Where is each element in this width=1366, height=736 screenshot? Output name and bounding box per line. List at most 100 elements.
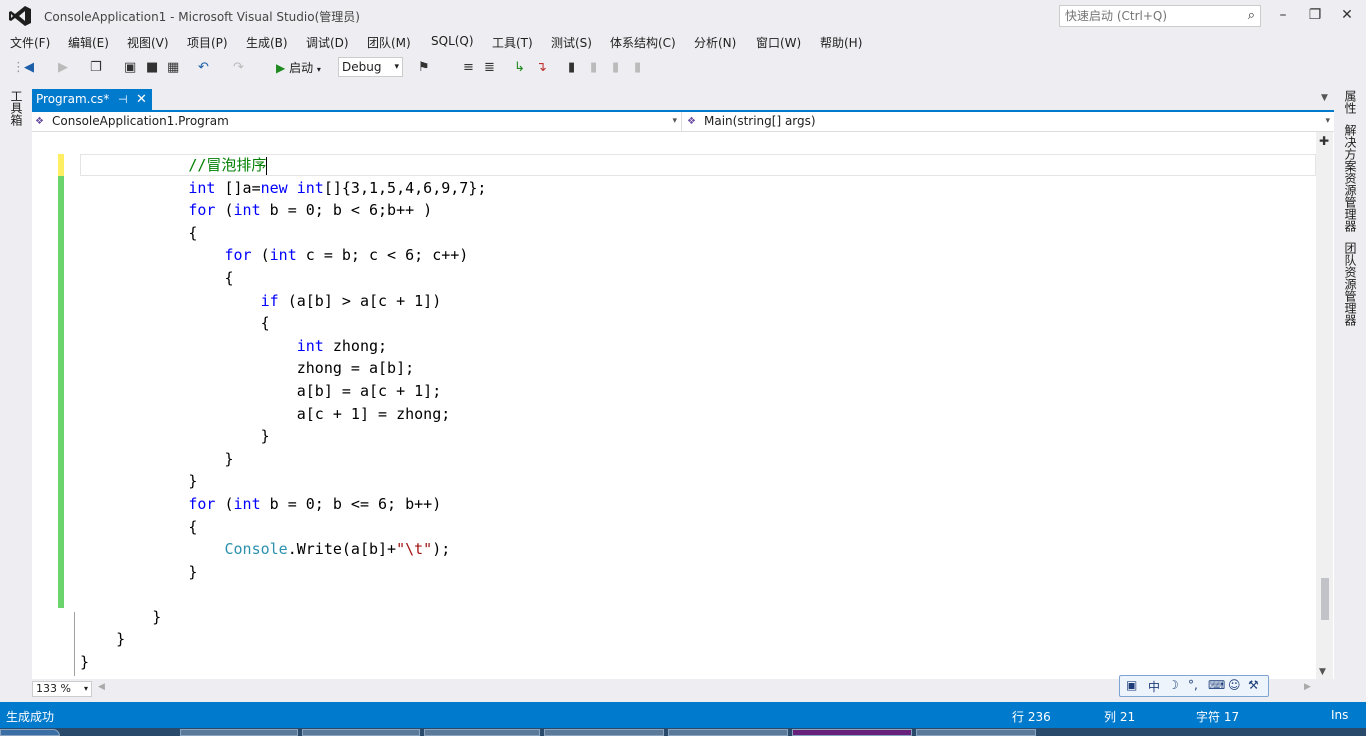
menu-sql[interactable]: SQL(Q) bbox=[431, 34, 474, 48]
menu-file[interactable]: 文件(F) bbox=[10, 34, 50, 51]
team-explorer-tab[interactable]: 团队资源管理器 bbox=[1342, 242, 1359, 326]
start-debugging-button[interactable]: ▶ 启动 ▾ bbox=[276, 59, 321, 77]
zoom-level-select[interactable]: 133 % ▾ bbox=[32, 681, 92, 697]
menu-help[interactable]: 帮助(H) bbox=[820, 34, 862, 51]
quick-launch-input[interactable] bbox=[1060, 6, 1230, 26]
next-bookmark-icon[interactable]: ▮ bbox=[612, 59, 619, 77]
menu-team[interactable]: 团队(M) bbox=[367, 34, 411, 51]
code-line[interactable]: int []a=new int[]{3,1,5,4,6,9,7}; bbox=[80, 177, 486, 200]
uncomment-icon[interactable]: ≣ bbox=[484, 59, 495, 77]
taskbar-item[interactable] bbox=[180, 729, 298, 736]
undo-icon[interactable]: ↶ bbox=[198, 59, 209, 77]
previous-bookmark-icon[interactable]: ▮ bbox=[590, 59, 597, 77]
wrench-icon[interactable]: ⚒ bbox=[1248, 678, 1259, 692]
code-line[interactable]: } bbox=[80, 606, 486, 629]
start-orb[interactable] bbox=[0, 729, 60, 736]
code-line[interactable]: { bbox=[80, 516, 486, 539]
chevron-down-icon: ▾ bbox=[1325, 116, 1330, 126]
restore-button[interactable]: ❐ bbox=[1302, 4, 1328, 26]
taskbar-item[interactable] bbox=[424, 729, 540, 736]
ime-toolbar[interactable]: ▣ 中 ☽ °, ⌨ ☺ ⚒ bbox=[1119, 675, 1269, 697]
menu-tools[interactable]: 工具(T) bbox=[492, 34, 533, 51]
pin-icon[interactable]: ⊣ bbox=[118, 89, 128, 110]
redo-icon[interactable]: ↷ bbox=[233, 59, 244, 77]
taskbar-item-visual-studio[interactable] bbox=[792, 729, 912, 736]
taskbar-item[interactable] bbox=[544, 729, 664, 736]
solution-configuration-select[interactable]: Debug ▾ bbox=[338, 57, 403, 77]
taskbar-item[interactable] bbox=[916, 729, 1036, 736]
close-window-button[interactable]: ✕ bbox=[1334, 4, 1360, 26]
types-combo[interactable]: ❖ ConsoleApplication1.Program ▾ bbox=[32, 112, 682, 131]
code-line[interactable]: int zhong; bbox=[80, 335, 486, 358]
members-combo[interactable]: ❖ Main(string[] args) ▾ bbox=[684, 112, 1334, 131]
code-line[interactable] bbox=[80, 583, 486, 606]
taskbar-item[interactable] bbox=[668, 729, 788, 736]
ime-logo-icon[interactable]: ▣ bbox=[1126, 678, 1137, 692]
step-into-icon[interactable]: ↳ bbox=[514, 59, 525, 77]
new-project-icon[interactable]: ❐ bbox=[90, 59, 102, 77]
document-tab-program-cs[interactable]: Program.cs* ⊣ ✕ bbox=[32, 89, 152, 110]
minimize-button[interactable]: – bbox=[1270, 4, 1296, 26]
code-line[interactable]: zhong = a[b]; bbox=[80, 357, 486, 380]
bookmark-icon[interactable]: ▮ bbox=[568, 59, 575, 77]
code-line[interactable]: for (int c = b; c < 6; c++) bbox=[80, 244, 486, 267]
scroll-down-icon[interactable]: ▼ bbox=[1319, 667, 1326, 677]
left-tool-window-strip: 工具箱 bbox=[0, 86, 30, 702]
configuration-value: Debug bbox=[342, 60, 382, 74]
code-text[interactable]: //冒泡排序 int []a=new int[]{3,1,5,4,6,9,7};… bbox=[80, 154, 486, 674]
solution-explorer-tab[interactable]: 解决方案资源管理器 bbox=[1342, 124, 1359, 232]
scrollbar-thumb[interactable] bbox=[1321, 578, 1329, 620]
splitter-icon[interactable]: ✚ bbox=[1319, 134, 1329, 148]
code-line[interactable]: } bbox=[80, 628, 486, 651]
code-line[interactable]: { bbox=[80, 267, 486, 290]
code-line[interactable]: a[c + 1] = zhong; bbox=[80, 403, 486, 426]
code-line[interactable]: { bbox=[80, 312, 486, 335]
comment-icon[interactable]: ≡ bbox=[463, 59, 474, 77]
code-line[interactable]: //冒泡排序 bbox=[80, 154, 486, 177]
menu-build[interactable]: 生成(B) bbox=[246, 34, 288, 51]
code-line[interactable]: Console.Write(a[b]+"\t"); bbox=[80, 538, 486, 561]
tab-list-dropdown-icon[interactable]: ▼ bbox=[1321, 93, 1328, 103]
menu-project[interactable]: 项目(P) bbox=[187, 34, 228, 51]
code-line[interactable]: { bbox=[80, 222, 486, 245]
code-line[interactable]: } bbox=[80, 470, 486, 493]
navigate-back-icon[interactable]: ◀ bbox=[24, 59, 34, 77]
menu-debug[interactable]: 调试(D) bbox=[306, 34, 349, 51]
code-line[interactable]: for (int b = 0; b <= 6; b++) bbox=[80, 493, 486, 516]
clear-bookmarks-icon[interactable]: ▮ bbox=[634, 59, 641, 77]
step-over-icon[interactable]: ↴ bbox=[536, 59, 547, 77]
code-line[interactable]: for (int b = 0; b < 6;b++ ) bbox=[80, 199, 486, 222]
save-all-icon[interactable]: ▦ bbox=[167, 59, 179, 77]
open-file-icon[interactable]: ▣ bbox=[124, 59, 136, 77]
ime-mode-label[interactable]: 中 bbox=[1148, 678, 1160, 695]
vertical-scrollbar[interactable]: ✚ ▼ bbox=[1316, 132, 1333, 679]
quick-launch-box[interactable]: ⌕ bbox=[1059, 5, 1261, 27]
taskbar-item[interactable] bbox=[302, 729, 420, 736]
toolbox-tab[interactable]: 工具箱 bbox=[8, 90, 25, 126]
menu-view[interactable]: 视图(V) bbox=[127, 34, 169, 51]
menu-analyze[interactable]: 分析(N) bbox=[694, 34, 736, 51]
menu-test[interactable]: 测试(S) bbox=[551, 34, 592, 51]
code-editor[interactable]: //冒泡排序 int []a=new int[]{3,1,5,4,6,9,7};… bbox=[32, 132, 1334, 679]
punctuation-icon[interactable]: °, bbox=[1188, 678, 1198, 692]
code-line[interactable]: } bbox=[80, 651, 486, 674]
find-in-files-icon[interactable]: ⚑ bbox=[418, 59, 430, 77]
moon-icon[interactable]: ☽ bbox=[1168, 678, 1179, 692]
menu-edit[interactable]: 编辑(E) bbox=[68, 34, 109, 51]
save-icon[interactable]: ■ bbox=[146, 59, 158, 77]
user-icon[interactable]: ☺ bbox=[1228, 678, 1241, 692]
code-line[interactable]: } bbox=[80, 448, 486, 471]
search-icon[interactable]: ⌕ bbox=[1248, 8, 1255, 23]
navigate-forward-icon[interactable]: ▶ bbox=[58, 59, 68, 77]
code-line[interactable]: } bbox=[80, 561, 486, 584]
close-icon[interactable]: ✕ bbox=[136, 89, 147, 110]
scroll-left-icon[interactable]: ◀ bbox=[98, 682, 105, 692]
code-line[interactable]: a[b] = a[c + 1]; bbox=[80, 380, 486, 403]
properties-tab[interactable]: 属性 bbox=[1342, 90, 1359, 114]
menu-window[interactable]: 窗口(W) bbox=[756, 34, 801, 51]
menu-architecture[interactable]: 体系结构(C) bbox=[610, 34, 676, 51]
scroll-right-icon[interactable]: ▶ bbox=[1304, 682, 1311, 692]
keyboard-icon[interactable]: ⌨ bbox=[1208, 678, 1225, 692]
code-line[interactable]: } bbox=[80, 425, 486, 448]
code-line[interactable]: if (a[b] > a[c + 1]) bbox=[80, 290, 486, 313]
